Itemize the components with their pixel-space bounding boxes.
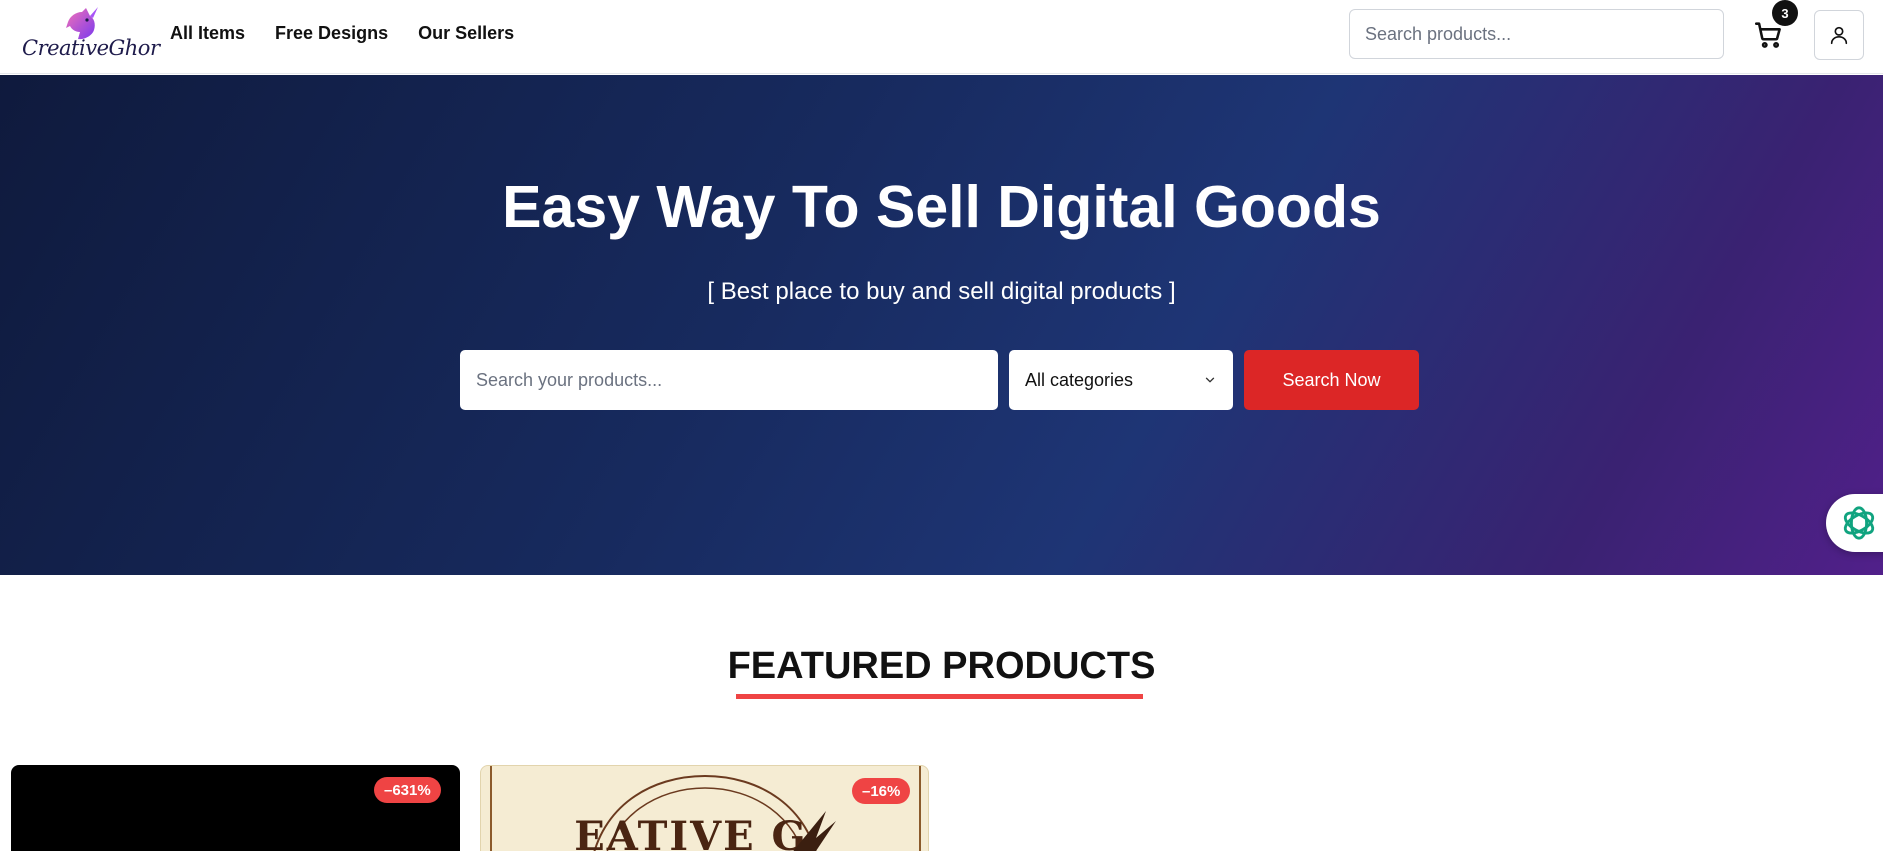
logo[interactable]: CreativeGhor <box>22 6 160 64</box>
nav-free-designs[interactable]: Free Designs <box>275 23 388 44</box>
cart-count-badge: 3 <box>1772 0 1798 26</box>
main-nav: All Items Free Designs Our Sellers <box>170 23 514 44</box>
user-icon <box>1830 26 1848 45</box>
svg-text:EATIVE G: EATIVE G <box>574 813 807 851</box>
hero-banner: Easy Way To Sell Digital Goods [ Best pl… <box>0 75 1883 575</box>
category-select-value: All categories <box>1025 369 1134 390</box>
heading-underline <box>736 694 1143 699</box>
nav-all-items[interactable]: All Items <box>170 23 245 44</box>
discount-badge: –16% <box>852 778 911 804</box>
header-search-input[interactable] <box>1349 9 1724 59</box>
discount-badge: –631% <box>374 777 441 803</box>
logo-text: CreativeGhor <box>22 36 160 60</box>
site-header: CreativeGhor All Items Free Designs Our … <box>0 0 1883 74</box>
chevron-down-icon <box>1205 377 1215 383</box>
search-now-button[interactable]: Search Now <box>1244 350 1419 410</box>
hero-search-input[interactable] <box>460 350 998 410</box>
ai-chat-widget[interactable] <box>1826 494 1883 552</box>
user-account-button[interactable] <box>1814 10 1864 60</box>
category-select[interactable]: All categories <box>1009 350 1233 410</box>
featured-products-heading: FEATURED PRODUCTS <box>727 645 1156 687</box>
product-card[interactable]: EATIVE G –16% <box>480 765 929 851</box>
hero-subtitle: [ Best place to buy and sell digital pro… <box>707 278 1176 305</box>
hero-title: Easy Way To Sell Digital Goods <box>502 174 1381 240</box>
openai-chat-icon <box>1843 506 1875 540</box>
product-card[interactable]: –631% <box>11 765 460 851</box>
nav-our-sellers[interactable]: Our Sellers <box>418 23 514 44</box>
